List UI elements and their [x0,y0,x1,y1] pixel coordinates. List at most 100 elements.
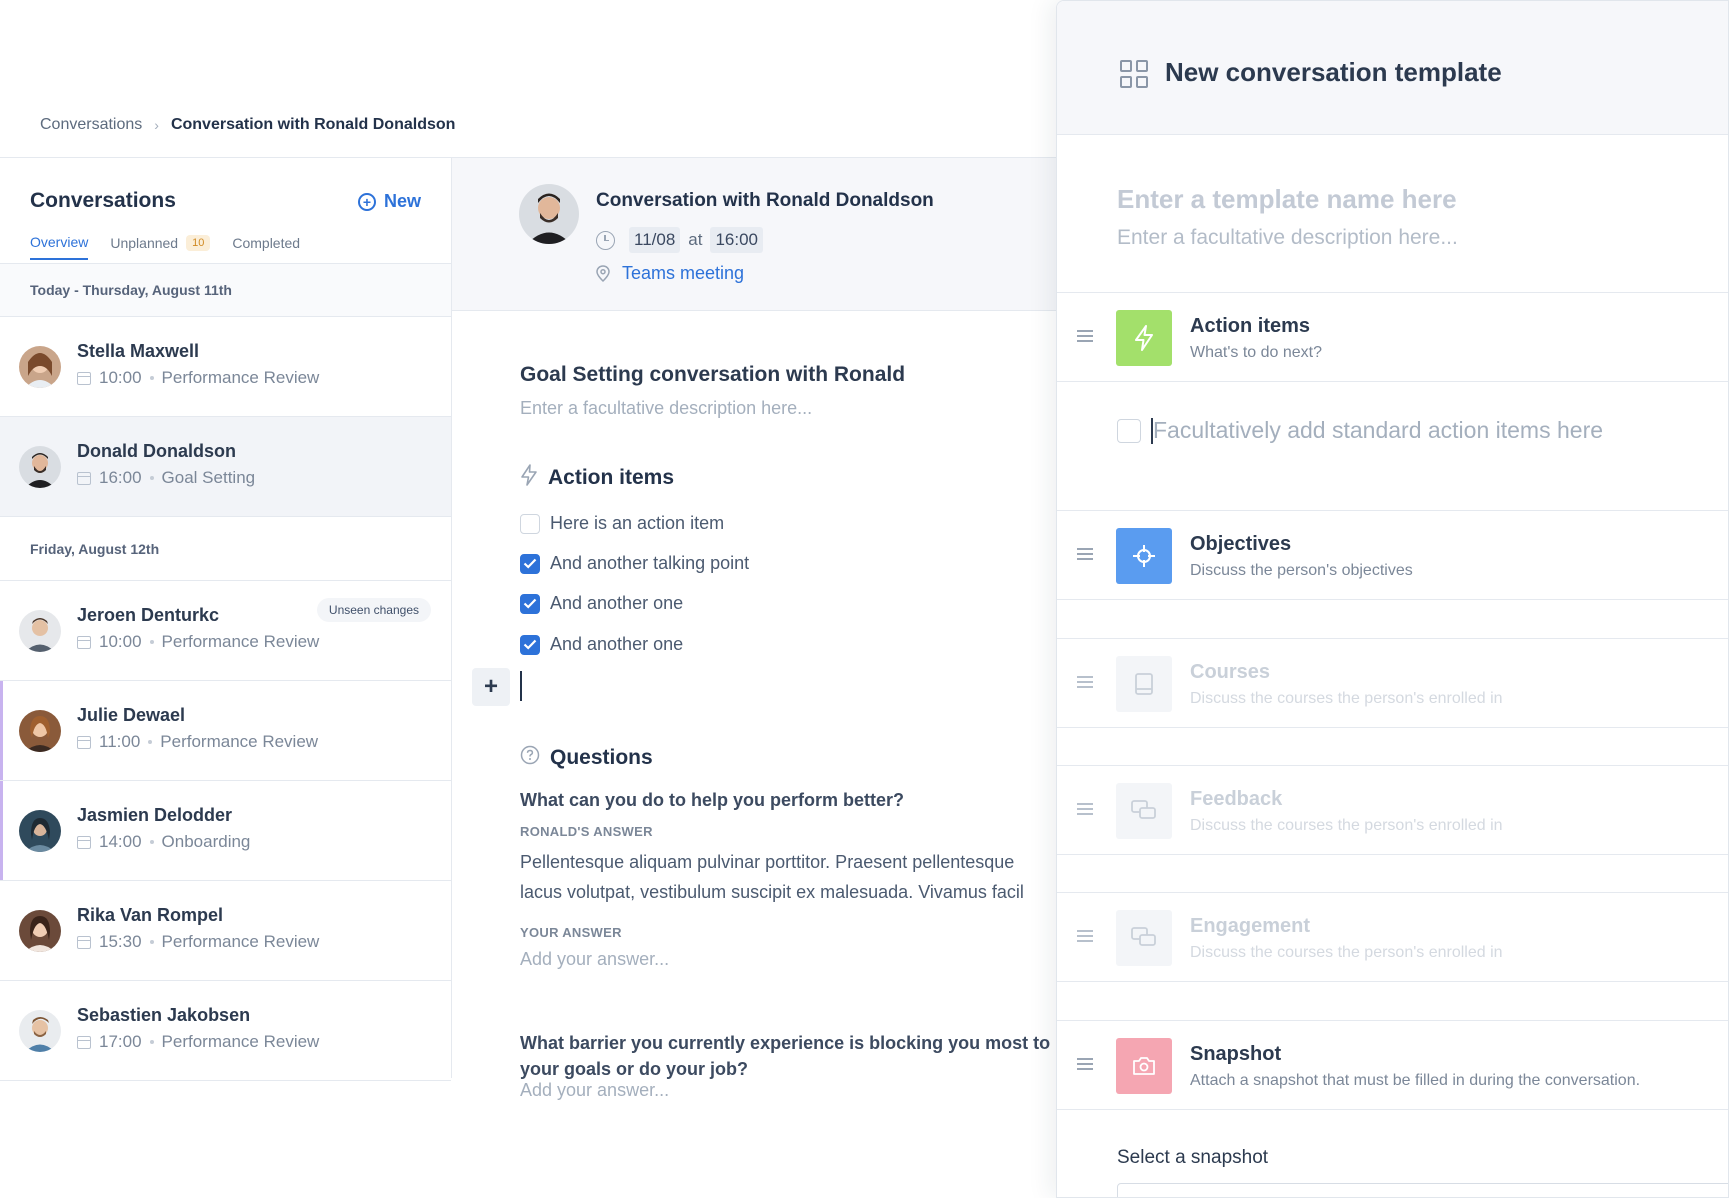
conversation-name: Donald Donaldson [77,441,236,461]
action-item[interactable]: Here is an action item [520,513,724,534]
calendar-icon [77,371,91,385]
avatar [519,184,579,244]
template-block-feedback[interactable]: Feedback Discuss the courses the person'… [1057,765,1728,855]
tab-completed[interactable]: Completed [232,234,300,260]
conversation-name: Stella Maxwell [77,341,200,361]
block-subtitle: Attach a snapshot that must be filled in… [1190,1072,1641,1089]
template-block-engagement[interactable]: Engagement Discuss the courses the perso… [1057,892,1728,982]
drag-handle-icon[interactable] [1077,803,1093,815]
block-title: Snapshot [1190,1043,1282,1065]
conversation-meta: 14:00 Onboarding [77,832,250,852]
checkbox-checked[interactable] [520,593,540,614]
block-title: Engagement [1190,915,1311,937]
location-link[interactable]: Teams meeting [622,263,744,284]
avatar [19,1009,61,1052]
snapshot-select[interactable] [1117,1183,1728,1197]
calendar-icon [77,835,91,849]
conversation-item-selected[interactable]: Donald Donaldson 16:00 Goal Setting [0,417,451,517]
text-caret[interactable] [520,671,522,701]
conversation-meta: 11:00 Performance Review [77,732,318,752]
block-subtitle: Discuss the courses the person's enrolle… [1190,690,1503,707]
book-icon [1116,656,1172,712]
block-title: Courses [1190,661,1271,683]
sidebar-header: Conversations + New Overview Unplanned 1… [0,158,451,264]
block-title: Feedback [1190,788,1283,810]
checkbox-checked[interactable] [520,553,540,574]
conversation-name: Sebastien Jakobsen [77,1005,251,1025]
conversation-name: Jasmien Delodder [77,805,233,825]
chat-icon [1116,910,1172,966]
standard-action-items-row[interactable]: Facultatively add standard action items … [1117,417,1603,444]
checkbox[interactable] [520,513,540,534]
unplanned-count-badge: 10 [186,235,211,251]
block-subtitle: Discuss the courses the person's enrolle… [1190,944,1503,961]
conversation-meta: 17:00 Performance Review [77,1032,319,1052]
day-header: Friday, August 12th [0,517,451,581]
template-description-input[interactable]: Enter a facultative description here... [1117,226,1458,250]
question-text: What can you do to help you perform bett… [520,790,905,810]
checkbox[interactable] [1117,418,1141,443]
template-block-snapshot[interactable]: Snapshot Attach a snapshot that must be … [1057,1020,1728,1110]
lightning-icon [520,464,538,492]
action-items-heading: Action items [520,464,674,492]
sidebar-tabs: Overview Unplanned 10 Completed [30,234,300,260]
template-block-action-items[interactable]: Action items What's to do next? [1057,292,1728,382]
conversation-item[interactable]: Rika Van Rompel 15:30 Performance Review [0,881,451,981]
conversation-item[interactable]: Julie Dewael 11:00 Performance Review [0,681,451,781]
action-item[interactable]: And another one [520,634,683,655]
chat-icon [1116,783,1172,839]
time-chip[interactable]: 16:00 [710,227,764,253]
conversation-location[interactable]: Teams meeting [596,263,744,284]
action-item[interactable]: And another one [520,593,683,614]
block-subtitle: Discuss the person's objectives [1190,562,1413,579]
drag-handle-icon[interactable] [1077,548,1093,560]
drag-handle-icon[interactable] [1077,676,1093,688]
conversation-item[interactable]: Jasmien Delodder 14:00 Onboarding [0,781,451,881]
avatar [19,709,61,752]
checkbox-checked[interactable] [520,634,540,655]
questions-heading: Questions [520,745,653,771]
conversation-meta: 10:00 Performance Review [77,632,319,652]
description-input[interactable]: Enter a facultative description here... [520,398,812,419]
conversation-item[interactable]: Sebastien Jakobsen 17:00 Performance Rev… [0,981,451,1081]
camera-icon [1116,1038,1172,1094]
action-item[interactable]: And another talking point [520,553,749,574]
conversation-item[interactable]: Stella Maxwell 10:00 Performance Review [0,317,451,417]
calendar-icon [77,735,91,749]
calendar-icon [77,471,91,485]
chevron-right-icon: › [154,117,159,133]
date-chip[interactable]: 11/08 [629,227,681,253]
dot-separator [148,740,153,744]
avatar [19,345,61,388]
breadcrumb-conversations-link[interactable]: Conversations [40,116,142,134]
drag-handle-icon[interactable] [1077,330,1093,342]
your-answer-input[interactable]: Add your answer... [520,949,669,970]
your-answer-input[interactable]: Add your answer... [520,1080,669,1101]
dot-separator [149,376,154,380]
lightning-icon [1116,310,1172,366]
drag-handle-icon[interactable] [1077,1058,1093,1070]
template-block-courses[interactable]: Courses Discuss the courses the person's… [1057,638,1728,728]
conversation-name: Rika Van Rompel [77,905,224,925]
tab-unplanned[interactable]: Unplanned 10 [110,234,211,260]
tab-overview[interactable]: Overview [30,234,89,260]
calendar-icon [77,935,91,949]
conversations-sidebar: Conversations + New Overview Unplanned 1… [0,157,452,1081]
plus-circle-icon: + [357,192,376,211]
new-conversation-button[interactable]: + New [357,191,421,212]
target-icon [1116,528,1172,584]
new-template-panel: New conversation template Enter a templa… [1056,0,1729,1198]
block-subtitle: What's to do next? [1190,344,1323,361]
add-block-button[interactable]: + [472,668,510,706]
template-block-objectives[interactable]: Objectives Discuss the person's objectiv… [1057,510,1728,600]
drag-handle-icon[interactable] [1077,930,1093,942]
avatar [19,909,61,952]
breadcrumb-current: Conversation with Ronald Donaldson [170,116,456,133]
standard-action-input[interactable]: Facultatively add standard action items … [1153,417,1603,444]
goal-title[interactable]: Goal Setting conversation with Ronald [520,363,905,387]
question-circle-icon [520,745,540,771]
conversation-item[interactable]: Jeroen Denturkc 10:00 Performance Review… [0,581,451,681]
conversation-detail: Conversation with Ronald Donaldson 11/08… [452,157,1057,1107]
breadcrumb: Conversations › Conversation with Ronald… [40,116,455,134]
template-name-input[interactable]: Enter a template name here [1117,184,1457,215]
